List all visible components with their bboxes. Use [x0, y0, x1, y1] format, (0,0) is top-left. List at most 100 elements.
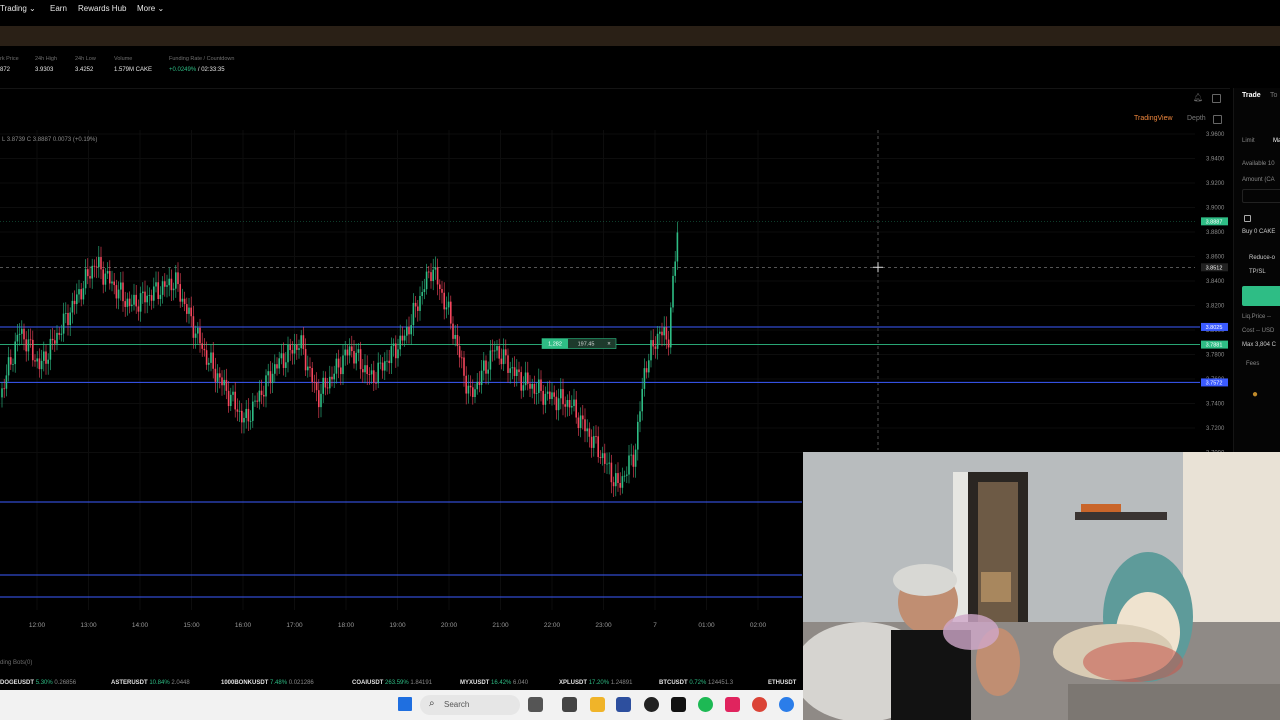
candle-body	[414, 302, 417, 307]
candle-body	[520, 372, 522, 391]
trading-bots-tab[interactable]: ding Bots(0)	[0, 660, 32, 666]
bell-icon[interactable]: 🔔︎	[1193, 93, 1203, 102]
tiktok-icon[interactable]	[725, 697, 740, 712]
candle-body	[106, 271, 109, 274]
candle-body	[551, 392, 553, 400]
tab-tradingview[interactable]: TradingView	[1134, 115, 1173, 122]
buy-long-button[interactable]	[1242, 286, 1280, 306]
reduce-only-checkbox[interactable]: Reduce-o	[1249, 255, 1275, 261]
candle-body	[650, 340, 652, 361]
candle-body	[16, 334, 19, 342]
candle-body	[159, 294, 162, 299]
ticker-item[interactable]: XPLUSDT 17.20% 1.24891	[559, 680, 632, 686]
candle-body	[51, 338, 54, 341]
nav-rewards-hub[interactable]: Rewards Hub	[78, 4, 126, 13]
candle-body	[355, 352, 357, 364]
stat-volume-value: 1.579M CAKE	[114, 67, 153, 73]
level-price-tag: 3.8025	[1206, 325, 1223, 331]
fees-link[interactable]: Fees	[1246, 361, 1259, 367]
candle-body	[511, 367, 514, 369]
candle-body	[639, 411, 641, 422]
spotify-icon[interactable]	[698, 697, 713, 712]
time-tick-label: 13:00	[80, 622, 97, 629]
taskbar-search[interactable]: ⌕ Search	[420, 695, 520, 715]
candle-body	[199, 327, 201, 344]
nav-more[interactable]: More ⌄	[137, 4, 164, 13]
candle-body	[333, 373, 335, 380]
candle-body	[474, 389, 476, 398]
browser-icon[interactable]	[779, 697, 794, 712]
slider-handle[interactable]	[1244, 215, 1251, 222]
candle-body	[632, 454, 635, 467]
time-tick-label: 23:00	[595, 622, 612, 629]
tpsl-checkbox[interactable]: TP/SL	[1249, 269, 1266, 275]
time-tick-label: 18:00	[338, 622, 355, 629]
chrome-icon[interactable]	[752, 697, 767, 712]
pen-icon[interactable]	[528, 697, 543, 712]
candle-body	[608, 462, 610, 464]
candle-body	[672, 275, 674, 308]
candle-body	[183, 298, 186, 305]
app-icon[interactable]	[644, 697, 659, 712]
candle-body	[489, 350, 492, 370]
ohlc-legend: L 3.8739 C 3.8887 0.0073 (+0.19%)	[2, 137, 98, 143]
nav-trading[interactable]: Trading ⌄	[0, 4, 36, 13]
max-label: Max 3,804 C	[1242, 342, 1277, 348]
candle-body	[177, 272, 179, 285]
order-type-market[interactable]: Ma	[1273, 138, 1280, 144]
candle-body	[104, 273, 107, 285]
nav-earn[interactable]: Earn	[50, 4, 67, 13]
candle-body	[43, 351, 45, 361]
price-tick-label: 3.7200	[1206, 426, 1225, 432]
candle-body	[362, 369, 364, 373]
candle-body	[610, 462, 613, 483]
candle-body	[432, 269, 434, 282]
ticker-item[interactable]: BTCUSDT 0.72% 124451.3	[659, 680, 733, 686]
candle-body	[562, 389, 564, 405]
candle-body	[12, 364, 14, 365]
ticker-item[interactable]: DOGEUSDT 5.30% 0.26856	[0, 680, 76, 686]
candle-body	[335, 358, 338, 374]
candle-body	[93, 265, 96, 267]
ticker-item[interactable]: ASTERUSDT 10.84% 2.0448	[111, 680, 190, 686]
capcut-icon[interactable]	[671, 697, 686, 712]
candle-body	[353, 351, 355, 364]
candle-body	[10, 357, 12, 365]
tab-tools[interactable]: To	[1270, 92, 1277, 99]
ticker-item[interactable]: COAIUSDT 263.59% 1.84191	[352, 680, 432, 686]
fullscreen-icon[interactable]	[1212, 94, 1221, 103]
candle-body	[593, 436, 595, 448]
candle-body	[428, 271, 430, 273]
candle-body	[410, 325, 412, 335]
candle-body	[498, 346, 500, 359]
time-tick-label: 7	[653, 622, 657, 629]
search-icon: ⌕	[429, 698, 435, 709]
candle-body	[590, 436, 593, 448]
ticker-item[interactable]: ETHUSDT	[768, 680, 796, 686]
tab-depth[interactable]: Depth	[1187, 115, 1206, 122]
windows-start-icon[interactable]	[398, 697, 412, 711]
store-icon[interactable]	[616, 697, 631, 712]
settings-icon[interactable]	[1213, 115, 1222, 124]
tab-trade[interactable]: Trade	[1242, 92, 1261, 99]
candle-body	[505, 349, 507, 356]
candle-body	[430, 272, 432, 282]
candle-body	[406, 326, 408, 336]
file-explorer-icon[interactable]	[590, 697, 605, 712]
candle-body	[293, 344, 296, 354]
stat-volume-label: Volume	[114, 56, 133, 62]
order-type-limit[interactable]: Limit	[1242, 138, 1255, 144]
candle-body	[483, 360, 485, 371]
candle-body	[197, 327, 199, 334]
ticker-item[interactable]: MYXUSDT 16.42% 6.040	[460, 680, 528, 686]
candle-body	[395, 343, 397, 359]
candle-body	[458, 346, 461, 358]
task-view-icon[interactable]	[562, 697, 577, 712]
candle-body	[252, 401, 254, 421]
candle-body	[579, 415, 582, 429]
stat-high-value: 3.9303	[35, 67, 54, 73]
candle-body	[32, 339, 34, 361]
amount-input[interactable]	[1242, 189, 1280, 203]
candle-body	[370, 370, 373, 375]
ticker-item[interactable]: 1000BONKUSDT 7.48% 0.021286	[221, 680, 314, 686]
